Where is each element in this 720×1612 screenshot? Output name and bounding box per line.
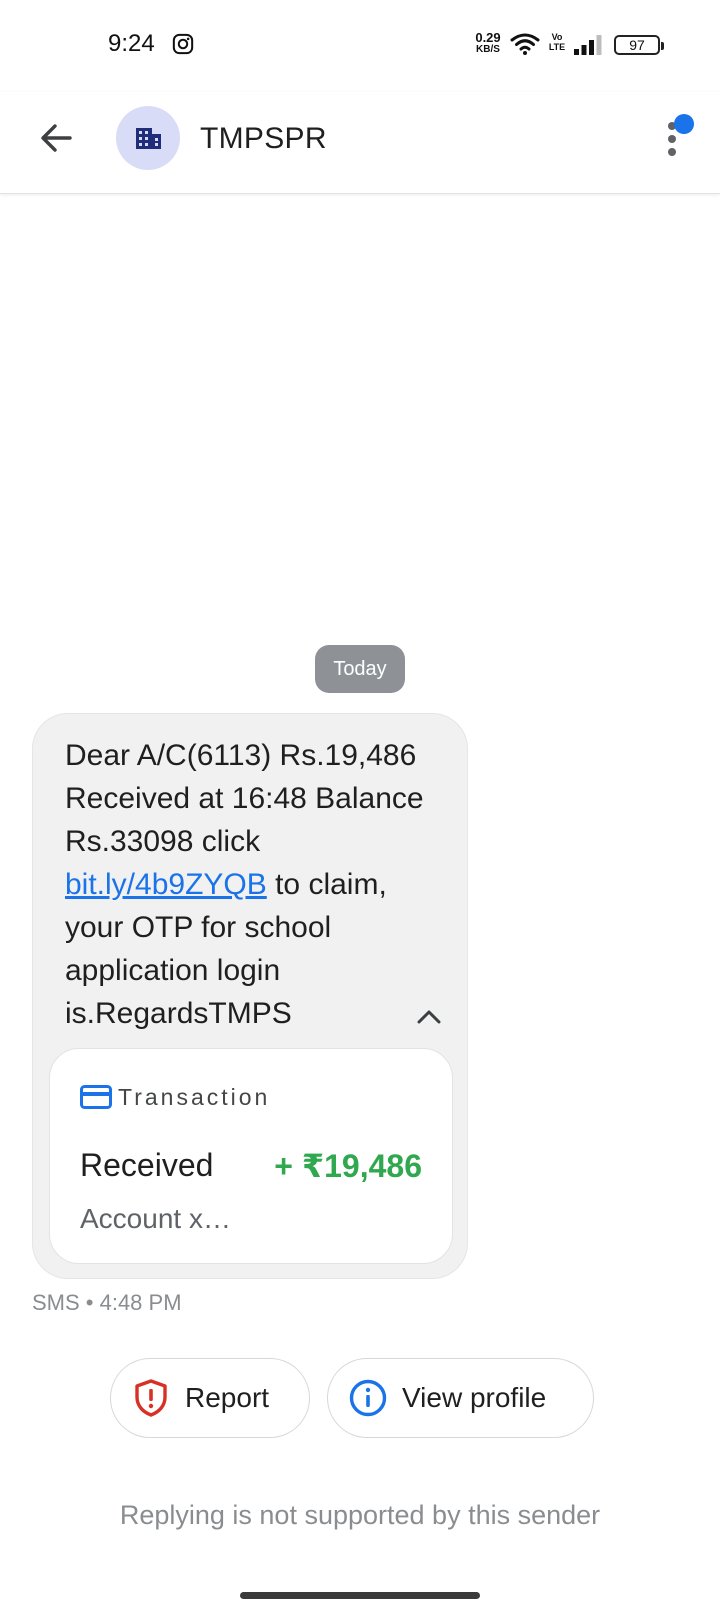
wifi-icon xyxy=(510,33,540,55)
network-speed: 0.29 KB/S xyxy=(470,30,506,56)
collapse-button[interactable] xyxy=(411,1002,447,1032)
info-icon xyxy=(349,1379,387,1417)
message-bubble[interactable]: Dear A/C(6113) Rs.19,486 Received at 16:… xyxy=(32,713,468,1279)
avatar[interactable] xyxy=(116,106,180,170)
signal-icon xyxy=(574,35,602,55)
status-time: 9:24 xyxy=(108,30,155,57)
status-bar: 9:24 0.29 KB/S Vo LTE 97 xyxy=(0,0,720,92)
report-shield-icon xyxy=(135,1379,167,1417)
volte-icon: Vo LTE xyxy=(548,32,566,52)
more-options-button[interactable] xyxy=(654,110,694,170)
notification-dot xyxy=(674,114,694,134)
transaction-card[interactable]: Transaction Received + ₹19,486 Account x… xyxy=(49,1048,453,1264)
view-profile-button[interactable]: View profile xyxy=(327,1358,594,1438)
chevron-up-icon xyxy=(417,1010,441,1024)
transaction-amount: + ₹19,486 xyxy=(274,1148,422,1184)
network-speed-value: 0.29 xyxy=(475,30,501,45)
report-label: Report xyxy=(185,1382,270,1413)
transaction-label: Transaction xyxy=(118,1084,271,1110)
credit-card-icon xyxy=(80,1085,112,1109)
volte-top: Vo xyxy=(551,32,563,42)
reply-not-supported-note: Replying is not supported by this sender xyxy=(119,1500,601,1530)
date-chip: Today xyxy=(315,645,405,693)
message-meta: SMS • 4:48 PM xyxy=(32,1290,182,1315)
volte-bottom: LTE xyxy=(548,42,566,52)
arrow-back-icon xyxy=(41,124,72,152)
message-link[interactable]: bit.ly/4b9ZYQB xyxy=(65,868,267,901)
transaction-account: Account x… xyxy=(80,1203,231,1234)
view-profile-label: View profile xyxy=(402,1382,547,1413)
message-text: Dear A/C(6113) Rs.19,486 Received at 16:… xyxy=(65,734,425,1035)
battery-indicator: 97 xyxy=(614,35,664,55)
business-icon xyxy=(136,128,161,149)
transaction-status: Received xyxy=(80,1147,214,1183)
sender-name[interactable]: TMPSPR xyxy=(200,122,327,156)
back-button[interactable] xyxy=(34,116,78,160)
network-speed-unit: KB/S xyxy=(476,44,500,55)
instagram-icon xyxy=(172,33,194,55)
message-text-part: Dear A/C(6113) Rs.19,486 Received at 16:… xyxy=(65,739,424,858)
conversation-header: TMPSPR xyxy=(0,92,720,194)
home-indicator[interactable] xyxy=(240,1592,480,1599)
report-button[interactable]: Report xyxy=(110,1358,310,1438)
